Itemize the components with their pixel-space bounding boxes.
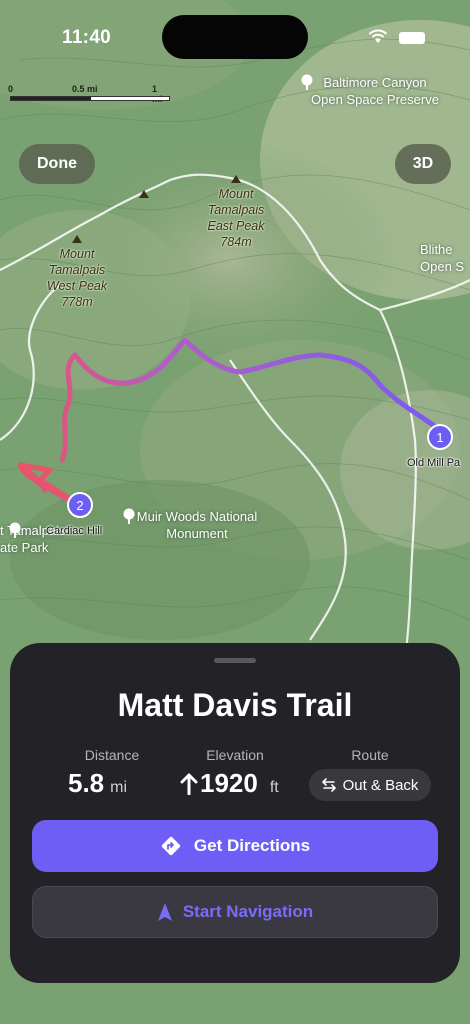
park-tree-icon [301,74,313,90]
sheet-grabber[interactable] [214,658,256,663]
route-type-pill[interactable]: Out & Back [309,769,431,801]
swap-arrows-icon [321,778,336,792]
start-navigation-button[interactable]: Start Navigation [32,886,438,938]
trail-title: Matt Davis Trail [117,687,353,723]
peak-icon [72,235,82,243]
poi-baltimore[interactable]: Baltimore Canyon Open Space Preserve [300,74,450,108]
west-peak-label: Mount Tamalpais West Peak 778m [46,247,108,309]
elevation-stat: 1920 ft [180,768,279,799]
distance-label: Distance [84,747,140,763]
marker-label-1: Old Mill Pa [407,457,461,469]
navigation-arrow-icon [157,903,172,921]
elevation-label: Elevation [206,747,264,763]
arrow-up-icon [180,773,198,795]
scale-label-half: 0.5 mi [72,84,98,94]
elevation-value: 1920 [200,768,258,798]
dynamic-island [162,15,308,59]
blithe-label: Blithe Open S [420,242,465,274]
muir-woods-label: Muir Woods National Monument [136,509,258,541]
status-time: 11:40 [62,27,112,48]
elevation-unit: ft [269,779,279,796]
battery-icon [399,32,425,44]
trail-detail-sheet: Matt Davis Trail Distance 5.8 mi Elevati… [10,643,460,983]
peak-west: Mount Tamalpais West Peak 778m [40,235,114,310]
peak-icon [231,175,241,183]
poi-muir-woods[interactable]: Muir Woods National Monument [122,508,272,542]
get-directions-button[interactable]: Get Directions [32,820,438,872]
peak-east: Mount Tamalpais East Peak 784m [200,175,272,250]
poi-blithe[interactable]: Blithe Open S [420,241,470,275]
scale-bar-line [10,96,170,101]
baltimore-label: Baltimore Canyon Open Space Preserve [311,75,439,107]
3d-toggle-button[interactable]: 3D [395,144,451,184]
distance-value: 5.8 [68,768,105,798]
get-directions-label: Get Directions [193,836,311,855]
route-type-value: Out & Back [342,776,419,794]
scale-label-0: 0 [8,84,14,94]
scale-label-one: 1 mi [152,84,163,104]
route-label: Route [351,747,389,763]
distance-unit: mi [110,779,128,796]
peak-icon [139,190,149,198]
marker-label-2: Cardiac Hill [46,525,103,537]
park-tree-icon [123,508,135,524]
marker-number: 2 [76,497,84,513]
done-button[interactable]: Done [19,144,95,184]
marker-number: 1 [436,429,444,445]
distance-stat: 5.8 mi [68,768,127,799]
park-tree-icon [9,522,21,538]
route-marker-2[interactable]: 2 [67,492,93,518]
wifi-icon [368,29,388,43]
route-marker-1[interactable]: 1 [427,424,453,450]
scale-bar: 0 0.5 mi 1 mi [8,84,170,104]
east-peak-label: Mount Tamalpais East Peak 784m [207,187,265,249]
start-navigation-label: Start Navigation [182,902,314,921]
directions-icon [161,836,180,856]
